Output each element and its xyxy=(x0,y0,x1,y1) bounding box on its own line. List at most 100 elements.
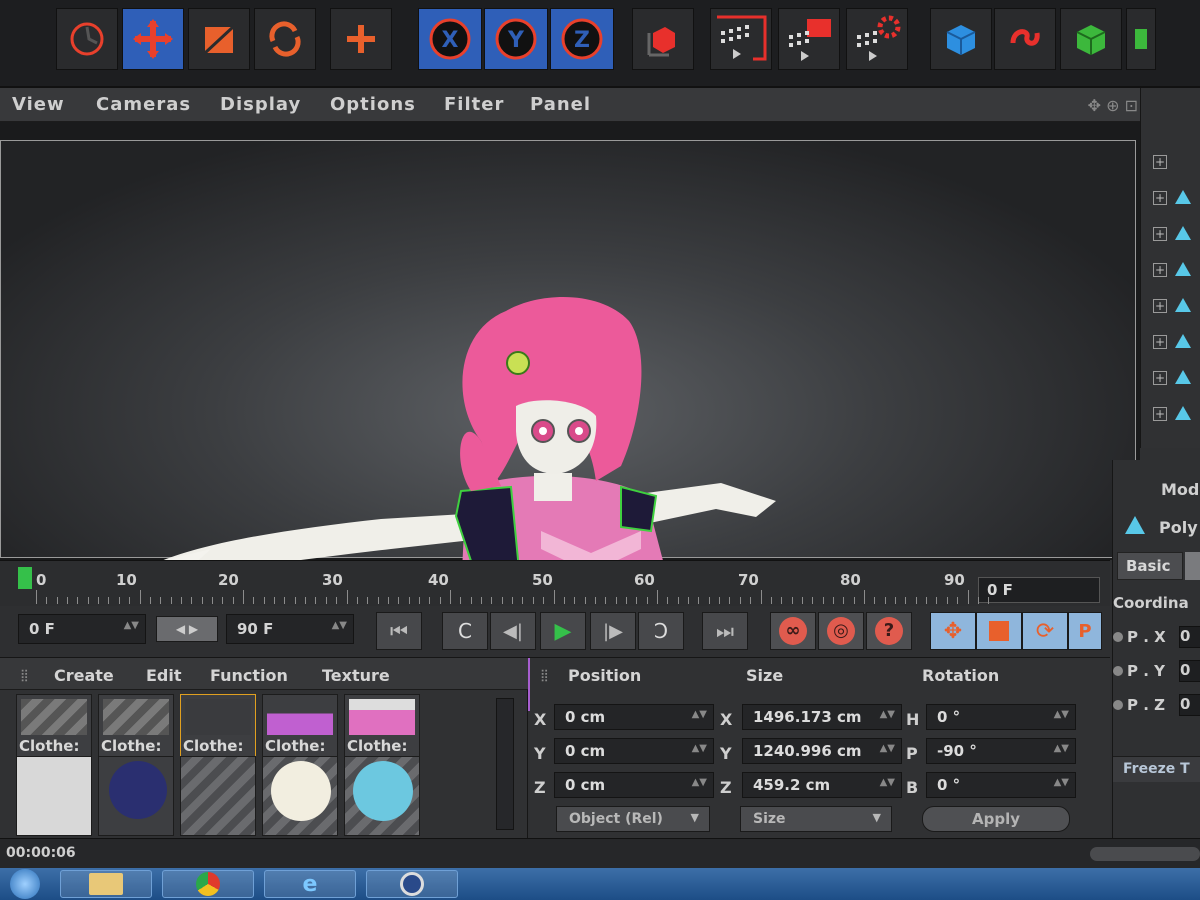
prev-key-icon[interactable]: C xyxy=(442,612,488,650)
expand-icon[interactable]: + xyxy=(1153,263,1167,277)
tree-node[interactable]: + xyxy=(1153,260,1197,280)
attr-mode-label[interactable]: Mod xyxy=(1161,480,1199,499)
rotation-b-field[interactable]: 0 ° ▲▼ xyxy=(926,772,1076,798)
tree-node[interactable]: + xyxy=(1153,332,1197,352)
generator-icon[interactable] xyxy=(1060,8,1122,70)
menu-edit[interactable]: Edit xyxy=(146,666,182,685)
x-axis-icon[interactable]: X xyxy=(418,8,482,70)
tree-node[interactable]: + xyxy=(1153,368,1197,388)
material-scrollbar[interactable] xyxy=(496,698,514,830)
coord-py-row[interactable]: P . Y0 xyxy=(1113,660,1200,684)
rotation-p-field[interactable]: -90 ° ▲▼ xyxy=(926,738,1076,764)
render-view-icon[interactable] xyxy=(710,8,772,70)
record-keys-icon[interactable]: ∞ xyxy=(770,612,816,650)
render-settings-icon[interactable] xyxy=(846,8,908,70)
move-icon[interactable] xyxy=(122,8,184,70)
menu-panel[interactable]: Panel xyxy=(530,94,591,115)
taskbar-ie-icon[interactable]: e xyxy=(264,870,356,898)
menu-display[interactable]: Display xyxy=(220,94,301,115)
z-axis-icon[interactable]: Z xyxy=(550,8,614,70)
pz-field[interactable]: 0 xyxy=(1179,694,1200,716)
material-swatch[interactable] xyxy=(16,756,92,836)
apply-button[interactable]: Apply xyxy=(922,806,1070,832)
grip-icon[interactable]: ⣿ xyxy=(540,668,549,682)
autokey-icon[interactable]: ◎ xyxy=(818,612,864,650)
key-parameter-icon[interactable]: P xyxy=(1068,612,1102,650)
position-y-field[interactable]: 0 cm ▲▼ xyxy=(554,738,714,764)
expand-icon[interactable]: + xyxy=(1153,335,1167,349)
menu-function[interactable]: Function xyxy=(210,666,288,685)
keyframe-dot-icon[interactable] xyxy=(1113,666,1123,676)
3d-viewport[interactable] xyxy=(0,122,1140,711)
expand-icon[interactable]: + xyxy=(1153,191,1167,205)
tab-basic[interactable]: Basic xyxy=(1117,552,1183,580)
horizontal-scrollbar[interactable] xyxy=(1090,847,1200,861)
menu-texture[interactable]: Texture xyxy=(322,666,390,685)
size-mode-dropdown[interactable]: Size ▼ xyxy=(740,806,892,832)
expand-icon[interactable]: + xyxy=(1153,155,1167,169)
start-button[interactable] xyxy=(0,869,50,899)
material-swatch[interactable] xyxy=(180,756,256,836)
render-picture-viewer-icon[interactable] xyxy=(778,8,840,70)
coordinate-mode-dropdown[interactable]: Object (Rel) ▼ xyxy=(556,806,710,832)
y-axis-icon[interactable]: Y xyxy=(484,8,548,70)
expand-icon[interactable]: + xyxy=(1153,407,1167,421)
position-z-field[interactable]: 0 cm ▲▼ xyxy=(554,772,714,798)
menu-create[interactable]: Create xyxy=(54,666,114,685)
freeze-transformation-section[interactable]: Freeze T xyxy=(1113,756,1200,782)
prev-frame-icon[interactable]: ◀| xyxy=(490,612,536,650)
playhead[interactable] xyxy=(18,567,32,589)
add-icon[interactable] xyxy=(330,8,392,70)
py-field[interactable]: 0 xyxy=(1179,660,1200,682)
next-frame-icon[interactable]: |▶ xyxy=(590,612,636,650)
taskbar-explorer-icon[interactable] xyxy=(60,870,152,898)
deformer-icon[interactable] xyxy=(1126,8,1156,70)
goto-end-icon[interactable]: ⏭ xyxy=(702,612,748,650)
object-manager[interactable]: + + + + + + + + xyxy=(1140,88,1200,448)
expand-icon[interactable]: + xyxy=(1153,371,1167,385)
menu-options[interactable]: Options xyxy=(330,94,416,115)
material-swatch[interactable] xyxy=(344,756,420,836)
coord-pz-row[interactable]: P . Z0 xyxy=(1113,694,1200,718)
position-x-field[interactable]: 0 cm ▲▼ xyxy=(554,704,714,730)
key-rotation-icon[interactable]: ⟳ xyxy=(1022,612,1068,650)
end-frame-field[interactable]: 90 F ▲▼ xyxy=(226,614,354,644)
viewport-navigation-icon[interactable]: ✥ ⊕ ⊡ xyxy=(1088,96,1138,115)
tree-node[interactable]: + xyxy=(1153,296,1197,316)
size-x-field[interactable]: 1496.173 cm ▲▼ xyxy=(742,704,902,730)
expand-icon[interactable]: + xyxy=(1153,227,1167,241)
menu-filter[interactable]: Filter xyxy=(444,94,504,115)
range-slider-icon[interactable]: ◀ ▶ xyxy=(156,616,218,642)
cube-icon[interactable] xyxy=(930,8,992,70)
tree-node[interactable]: + xyxy=(1153,152,1197,172)
goto-start-icon[interactable]: ⏮ xyxy=(376,612,422,650)
rotation-h-field[interactable]: 0 ° ▲▼ xyxy=(926,704,1076,730)
key-position-icon[interactable]: ✥ xyxy=(930,612,976,650)
tree-node[interactable]: + xyxy=(1153,224,1197,244)
keyframe-selection-icon[interactable]: ? xyxy=(866,612,912,650)
menu-cameras[interactable]: Cameras xyxy=(96,94,191,115)
live-selection-icon[interactable] xyxy=(56,8,118,70)
key-scale-icon[interactable] xyxy=(976,612,1022,650)
px-field[interactable]: 0 xyxy=(1179,626,1200,648)
keyframe-dot-icon[interactable] xyxy=(1113,632,1123,642)
tab-coord[interactable] xyxy=(1185,552,1200,580)
world-coordinate-icon[interactable] xyxy=(632,8,694,70)
rotate-icon[interactable] xyxy=(254,8,316,70)
tree-node[interactable]: + xyxy=(1153,188,1197,208)
size-z-field[interactable]: 459.2 cm ▲▼ xyxy=(742,772,902,798)
taskbar-chrome-icon[interactable] xyxy=(162,870,254,898)
keyframe-dot-icon[interactable] xyxy=(1113,700,1123,710)
timeline-ruler[interactable]: 0 10 20 30 40 50 60 70 80 90 0 F xyxy=(0,560,1110,606)
play-icon[interactable]: ▶ xyxy=(540,612,586,650)
material-swatch[interactable] xyxy=(98,756,174,836)
material-swatch[interactable] xyxy=(262,756,338,836)
grip-icon[interactable]: ⣿ xyxy=(20,668,29,682)
scale-icon[interactable] xyxy=(188,8,250,70)
menu-view[interactable]: View xyxy=(12,94,65,115)
size-y-field[interactable]: 1240.996 cm ▲▼ xyxy=(742,738,902,764)
start-frame-field[interactable]: 0 F ▲▼ xyxy=(18,614,146,644)
tree-node[interactable]: + xyxy=(1153,404,1197,424)
taskbar-cinema4d-icon[interactable] xyxy=(366,870,458,898)
coord-px-row[interactable]: P . X0 xyxy=(1113,626,1200,650)
